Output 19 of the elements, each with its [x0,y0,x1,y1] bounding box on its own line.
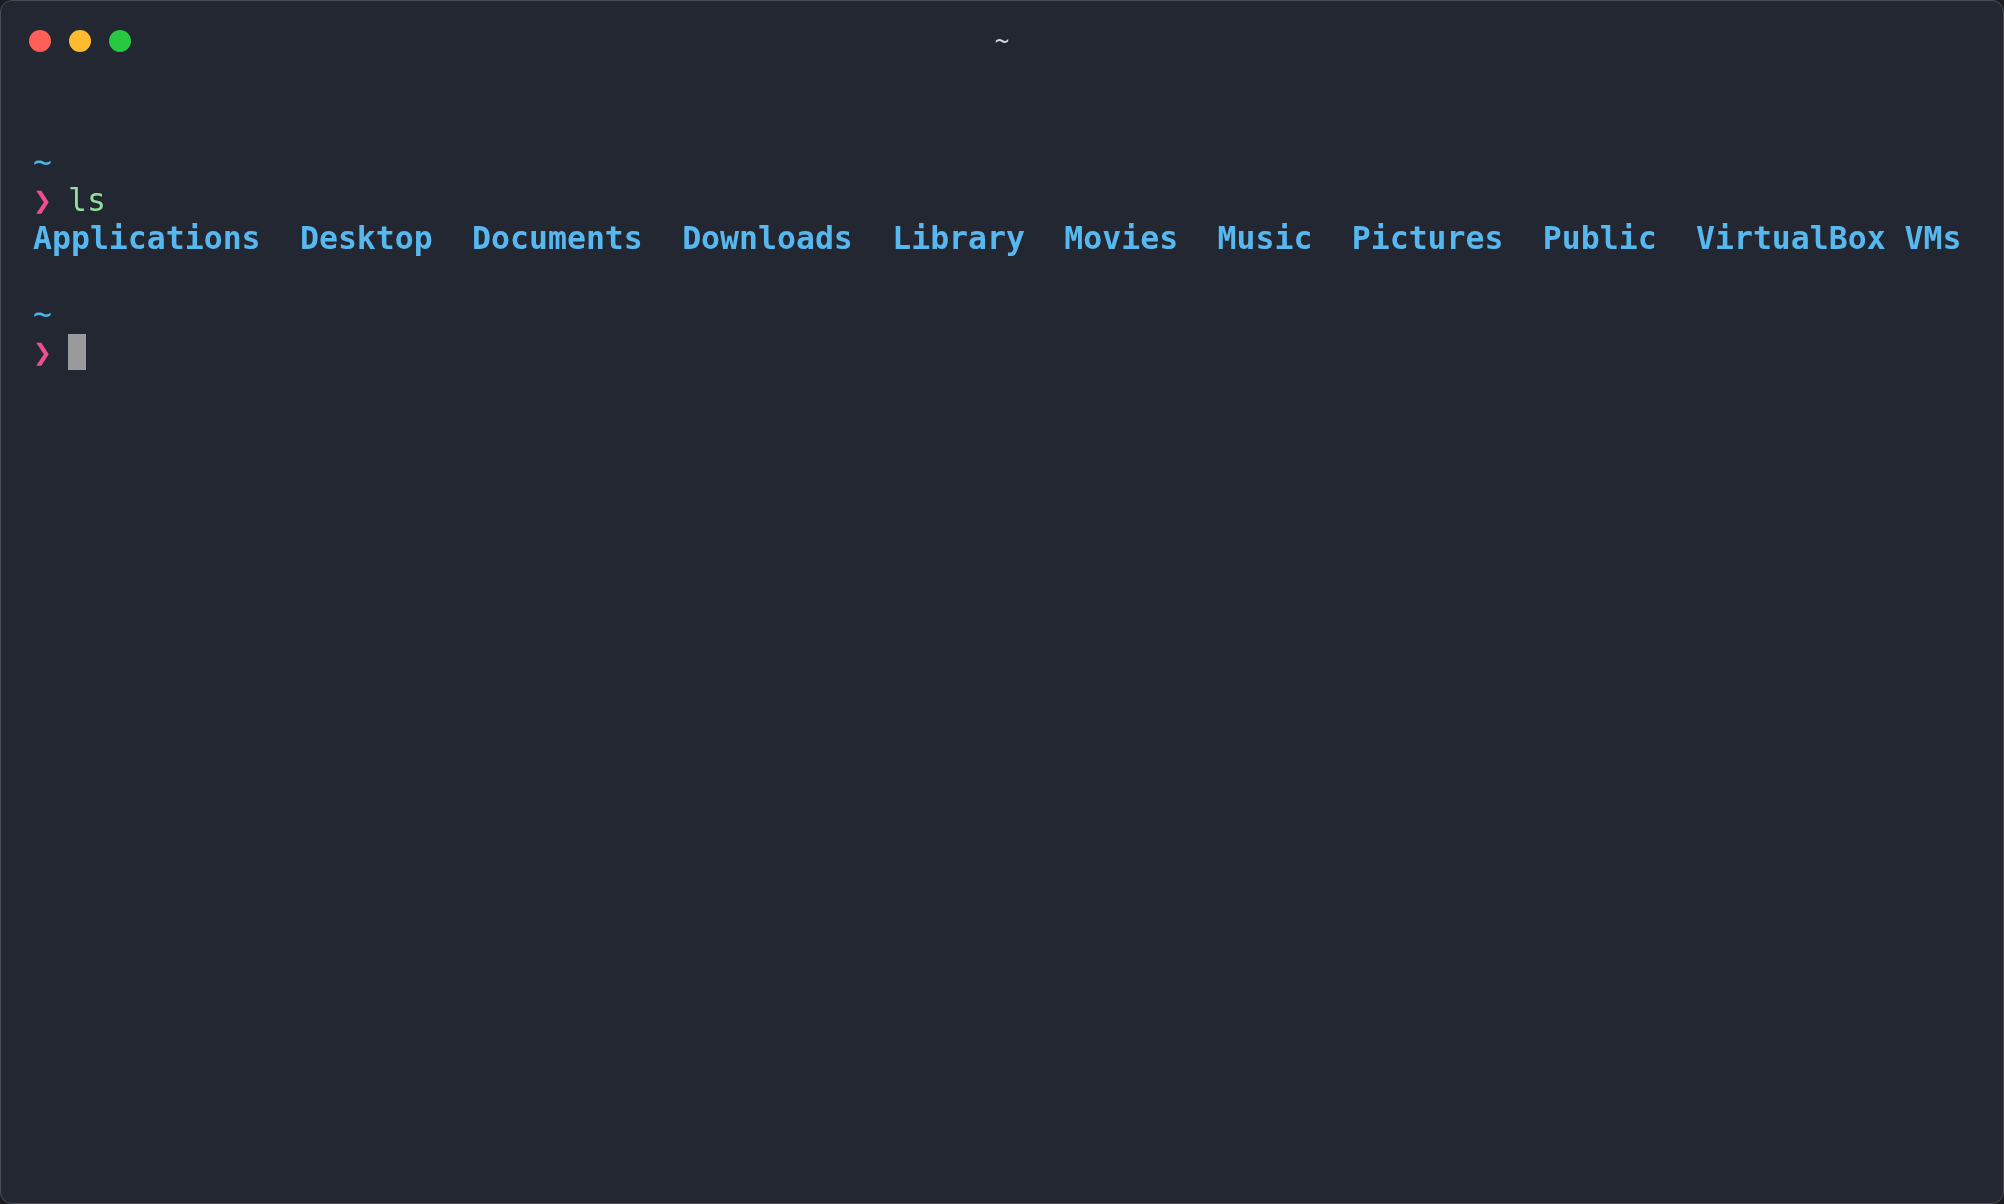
prompt-symbol: ❯ [33,181,52,219]
window-control-button[interactable] [69,30,91,52]
prompt-symbol: ❯ [33,333,52,371]
window-control-button[interactable] [29,30,51,52]
directory-name: Pictures [1351,219,1504,257]
directory-path: ~ [33,295,52,333]
directory-name: Downloads [682,219,853,257]
directory-name: Documents [472,219,643,257]
directory-name: Movies [1064,219,1179,257]
directory-name: Desktop [299,219,433,257]
directory-path: ~ [33,143,52,181]
directory-name: VirtualBox VMs [1696,219,1962,257]
directory-name: Public [1542,219,1657,257]
directory-name: Applications [33,219,261,257]
window-title: ~ [994,29,1010,53]
window-control-button[interactable] [109,30,131,52]
directory-name: Music [1217,219,1313,257]
directory-name: Library [892,219,1025,257]
command-text: ls [67,181,106,219]
